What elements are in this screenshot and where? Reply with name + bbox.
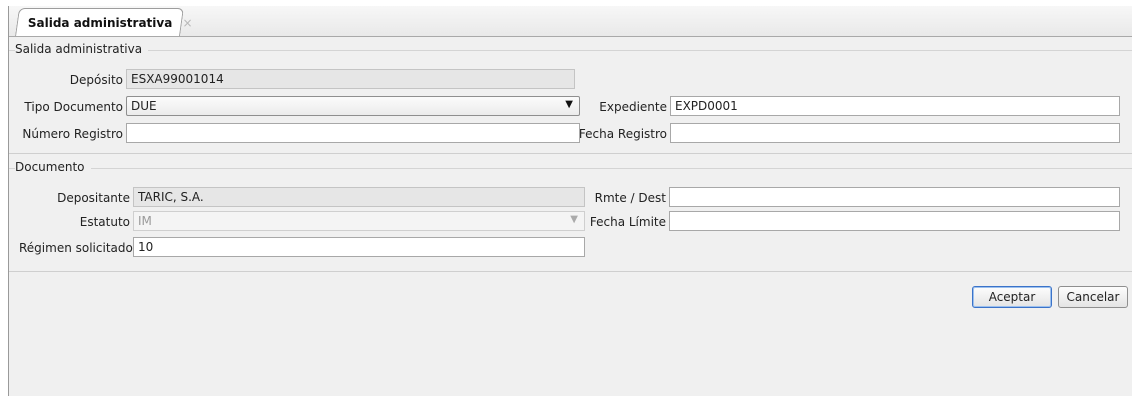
- depositante-field: TARIC, S.A.: [133, 187, 585, 207]
- estatuto-label: Estatuto: [79, 215, 130, 229]
- close-icon[interactable]: ×: [183, 16, 193, 30]
- rmte-dest-input[interactable]: [669, 187, 1120, 207]
- estatuto-value: IM: [138, 214, 152, 228]
- rmte-dest-label: Rmte / Dest: [594, 191, 666, 205]
- fecha-registro-label: Fecha Registro: [578, 127, 667, 141]
- regimen-solicitado-input[interactable]: 10: [133, 237, 585, 257]
- tab-label: Salida administrativa: [27, 16, 173, 30]
- aceptar-button[interactable]: Aceptar: [972, 286, 1052, 308]
- main-window: Salida administrativa × Salida administr…: [8, 6, 1132, 396]
- estatuto-select: IM ▼: [133, 211, 585, 231]
- deposito-label: Depósito: [69, 73, 123, 87]
- tipo-documento-value: DUE: [131, 99, 157, 113]
- cancelar-button[interactable]: Cancelar: [1058, 286, 1128, 308]
- tab-salida-administrativa[interactable]: Salida administrativa ×: [15, 8, 193, 36]
- tab-bar: Salida administrativa ×: [9, 6, 1132, 37]
- numero-registro-input[interactable]: [126, 123, 580, 143]
- fecha-registro-input[interactable]: [670, 123, 1120, 143]
- deposito-field: ESXA99001014: [126, 69, 575, 89]
- numero-registro-label: Número Registro: [22, 127, 123, 141]
- section-salida-administrativa: Salida administrativa Depósito ESXA99001…: [9, 36, 1132, 154]
- tipo-documento-select[interactable]: DUE ▼: [126, 96, 580, 116]
- section-title: Salida administrativa: [15, 42, 149, 56]
- section-title: Documento: [15, 160, 91, 174]
- expediente-label: Expediente: [599, 100, 667, 114]
- fecha-limite-input[interactable]: [669, 211, 1120, 231]
- regimen-solicitado-label: Régimen solicitado: [19, 241, 133, 255]
- depositante-label: Depositante: [57, 191, 130, 205]
- chevron-down-icon: ▼: [570, 214, 578, 225]
- expediente-input[interactable]: EXPD0001: [670, 96, 1120, 116]
- fecha-limite-label: Fecha Límite: [589, 215, 666, 229]
- chevron-down-icon[interactable]: ▼: [565, 99, 573, 110]
- section-documento: Documento Depositante TARIC, S.A. Rmte /…: [9, 154, 1132, 272]
- tipo-documento-label: Tipo Documento: [24, 100, 123, 114]
